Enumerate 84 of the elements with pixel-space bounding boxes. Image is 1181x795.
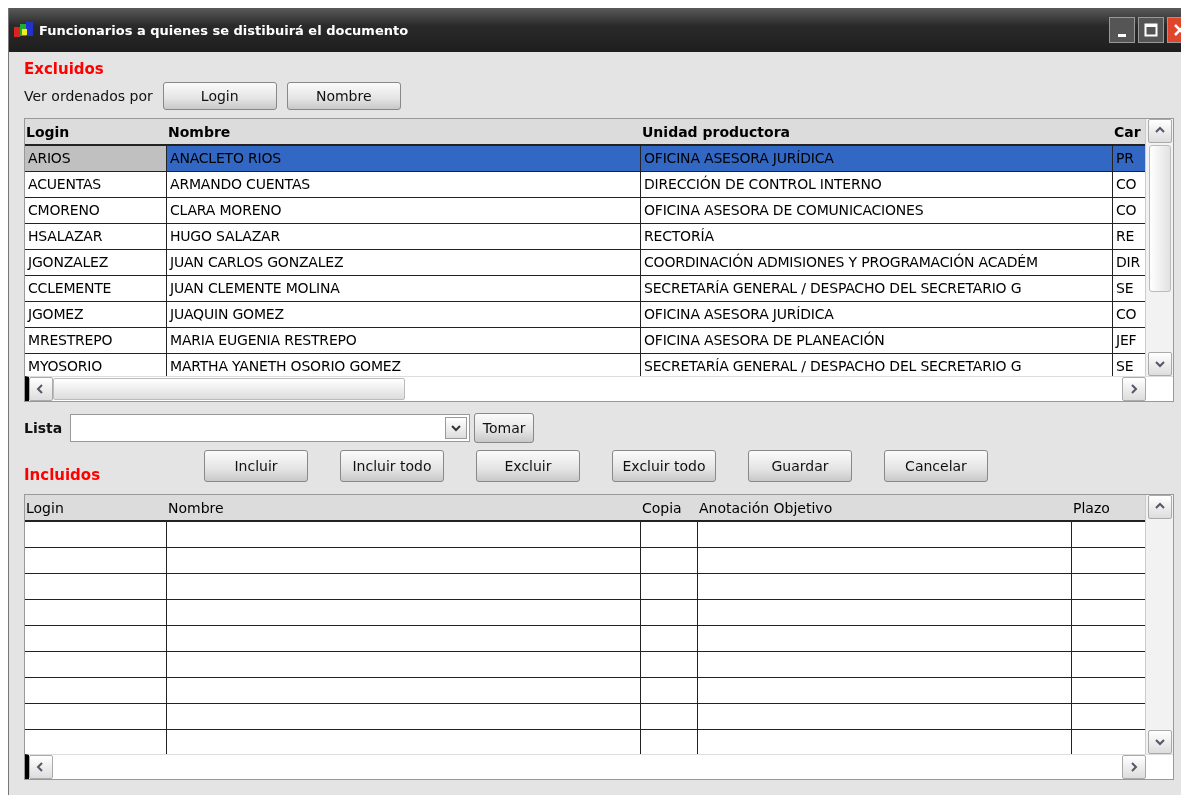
list-dropdown[interactable] [70, 414, 471, 442]
scroll-left-button[interactable] [29, 755, 53, 779]
table-cell: JUAN CARLOS GONZALEZ [167, 250, 641, 275]
table-cell-text: RE [1115, 227, 1136, 246]
table-cell: JGONZALEZ [25, 250, 167, 275]
table-cell: ACUENTAS [25, 172, 167, 197]
scroll-thumb[interactable] [1148, 145, 1171, 292]
column-header[interactable]: Nombre [167, 119, 641, 144]
table-row[interactable]: JGOMEZ JUAQUIN GOMEZ OFICINA ASESORA JURÍDICA CO [25, 302, 1145, 328]
action-button[interactable]: Excluir todo [612, 450, 716, 482]
maximize-icon [1144, 23, 1158, 37]
table-cell-text: SE [1115, 279, 1135, 298]
section-heading: Incluidos [24, 466, 102, 486]
table-cell: OFICINA ASESORA JURÍDICA [641, 302, 1113, 327]
list-label: Lista [24, 420, 63, 436]
table-cell: OFICINA ASESORA DE COMUNICACIONES [641, 198, 1113, 223]
scroll-down-button[interactable] [1147, 730, 1172, 754]
table-row[interactable]: CMORENO CLARA MORENO OFICINA ASESORA DE COMUNICACIONES CO [25, 198, 1145, 224]
vertical-scrollbar[interactable] [1145, 119, 1173, 376]
sort-button[interactable]: Nombre [286, 82, 401, 110]
horizontal-scrollbar[interactable] [25, 376, 1173, 401]
scroll-up-button[interactable] [1147, 495, 1172, 519]
table-cell: ARIOS [25, 146, 167, 171]
table-cell: CCLEMENTE [25, 276, 167, 301]
minimize-icon [1118, 33, 1126, 37]
sort-button[interactable]: Login [162, 82, 277, 110]
table-cell-text: JEF [1114, 331, 1138, 350]
table-cell: HSALAZAR [25, 224, 167, 249]
table-cell: JUAQUIN GOMEZ [167, 302, 641, 327]
table-row[interactable]: MRESTREPO MARIA EUGENIA RESTREPO OFICINA ASESORA DE PLANEACIÓN JEF [25, 328, 1145, 354]
table-cell: COORDINACIÓN ADMISIONES Y PROGRAMACIÓN ACADÉM [641, 250, 1113, 275]
vertical-scrollbar[interactable] [1145, 495, 1173, 754]
table-cell: SECRETARÍA GENERAL / DESPACHO DEL SECRETARIO G [641, 276, 1113, 301]
window-title: Funcionarios a quienes se distibuirá el documento [39, 22, 410, 38]
scroll-right-button[interactable] [1122, 755, 1146, 779]
column-header[interactable]: Nombre [167, 495, 641, 520]
action-button[interactable]: Cancelar [884, 450, 988, 482]
column-header[interactable]: Unidad productora [641, 119, 1113, 144]
section-heading: Excluidos [24, 60, 105, 80]
column-header[interactable]: Login [25, 495, 167, 520]
table-cell-text: DIR [1115, 253, 1142, 272]
table-cell: JUAN CLEMENTE MOLINA [167, 276, 641, 301]
table-cell: HUGO SALAZAR [167, 224, 641, 249]
minimize-button[interactable] [1109, 17, 1135, 43]
app-logo-icon [13, 21, 35, 39]
scroll-left-button[interactable] [29, 377, 53, 401]
table-cell: RECTORÍA [641, 224, 1113, 249]
column-header[interactable]: Plazo [1072, 495, 1145, 520]
table-cell: JGOMEZ [25, 302, 167, 327]
table-cell: DIRECCIÓN DE CONTROL INTERNO [641, 172, 1113, 197]
table-cell: CLARA MORENO [167, 198, 641, 223]
table-row[interactable]: ACUENTAS ARMANDO CUENTAS DIRECCIÓN DE CONTROL INTERNO CO [25, 172, 1145, 198]
table-row[interactable]: ARIOS ANACLETO RIOS OFICINA ASESORA JURÍDICA PR [25, 146, 1145, 172]
action-button[interactable]: Incluir todo [340, 450, 444, 482]
sort-label: Ver ordenados por [24, 88, 153, 104]
table-cell-text: SE [1115, 357, 1135, 376]
scroll-up-button[interactable] [1147, 119, 1172, 143]
table-cell: OFICINA ASESORA DE PLANEACIÓN [641, 328, 1113, 353]
table-cell-text: CO [1115, 175, 1138, 194]
action-button[interactable]: Excluir [476, 450, 580, 482]
table-cell: MRESTREPO [25, 328, 167, 353]
scroll-down-button[interactable] [1147, 352, 1172, 376]
action-button[interactable]: Incluir [204, 450, 308, 482]
table-cell-text: CO [1115, 305, 1138, 324]
scroll-right-button[interactable] [1122, 377, 1146, 401]
table-cell-text: CO [1115, 201, 1138, 220]
column-header[interactable]: Anotación Objetivo [698, 495, 1072, 520]
table-cell: ARMANDO CUENTAS [167, 172, 641, 197]
horizontal-scrollbar[interactable] [25, 754, 1173, 779]
scroll-thumb[interactable] [53, 378, 405, 400]
table-cell: CMORENO [25, 198, 167, 223]
maximize-button[interactable] [1138, 17, 1164, 43]
column-header[interactable]: Login [25, 119, 167, 144]
table-cell: ANACLETO RIOS [167, 146, 641, 171]
table-row[interactable]: HSALAZAR HUGO SALAZAR RECTORÍA RE [25, 224, 1145, 250]
take-button[interactable]: Tomar [474, 413, 535, 443]
column-header[interactable]: Car [1113, 119, 1145, 144]
table-cell: OFICINA ASESORA JURÍDICA [641, 146, 1113, 171]
action-button[interactable]: Guardar [748, 450, 852, 482]
table-cell: MARIA EUGENIA RESTREPO [167, 328, 641, 353]
column-header[interactable]: Copia [641, 495, 698, 520]
table-row[interactable]: CCLEMENTE JUAN CLEMENTE MOLINA SECRETARÍA GENERAL / DESPACHO DEL SECRETARIO G SE [25, 276, 1145, 302]
table-cell-text: PR [1115, 149, 1135, 168]
table-row[interactable]: JGONZALEZ JUAN CARLOS GONZALEZ COORDINACIÓN ADMISIONES Y PROGRAMACIÓN ACADÉM DIR [25, 250, 1145, 276]
